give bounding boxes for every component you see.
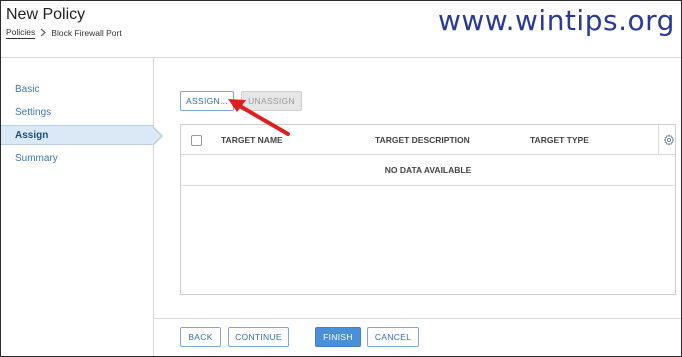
continue-button[interactable]: CONTINUE [228,327,289,347]
page-title: New Policy [6,6,86,23]
footer-divider [154,318,681,319]
cancel-button[interactable]: CANCEL [367,327,419,347]
watermark: www.wintips.org [438,4,675,37]
back-button[interactable]: BACK [180,327,221,347]
nav-item-basic[interactable]: Basic [1,80,154,100]
select-all-checkbox[interactable] [191,135,202,146]
gear-icon[interactable] [663,134,675,146]
breadcrumb-policies-link[interactable]: Policies [6,27,36,39]
nav-item-settings[interactable]: Settings [1,103,154,123]
wizard-nav: Basic Settings Assign Summary [1,58,154,356]
red-arrow-icon [228,99,290,136]
targets-table: TARGET NAME TARGET DESCRIPTION TARGET TY… [180,124,676,295]
nav-item-summary[interactable]: Summary [1,149,154,169]
chevron-right-icon [40,28,47,39]
column-header-target-type[interactable]: TARGET TYPE [530,135,589,145]
finish-button[interactable]: FINISH [315,327,361,347]
breadcrumb: Policies Block Firewall Port [6,27,122,39]
nav-item-assign[interactable]: Assign [1,125,154,145]
active-step-pointer-fill [152,127,161,145]
no-data-message: NO DATA AVAILABLE [181,156,675,186]
column-header-target-description[interactable]: TARGET DESCRIPTION [375,135,470,145]
column-divider [658,125,659,155]
breadcrumb-current: Block Firewall Port [51,28,122,38]
